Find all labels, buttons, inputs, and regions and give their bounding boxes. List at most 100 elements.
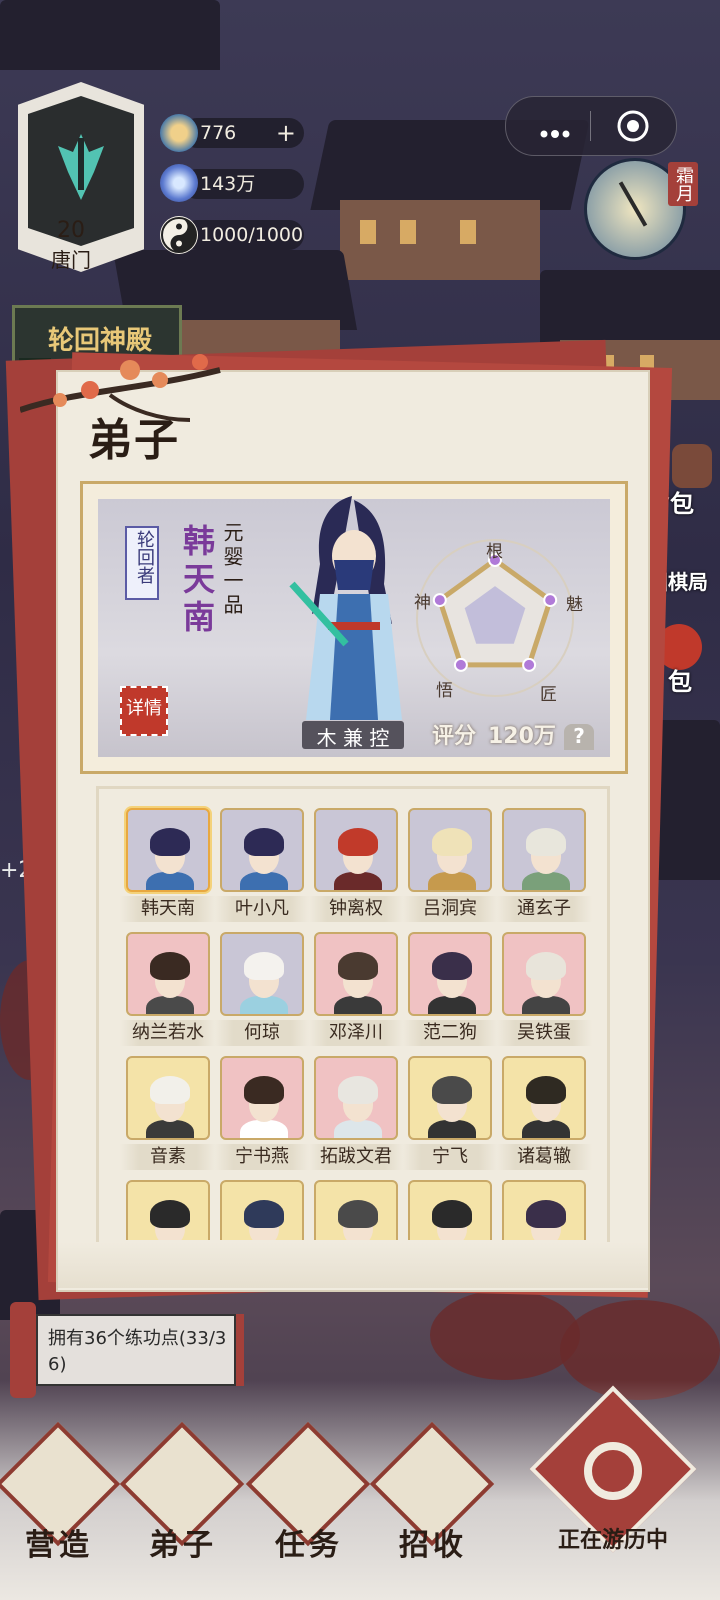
disciple-card[interactable] <box>220 1180 306 1240</box>
radar-star-marker <box>453 657 468 672</box>
help-button[interactable]: ? <box>564 724 594 750</box>
featured-name: 韩天南 <box>178 524 216 638</box>
notice-text: 拥有36个练功点(33/36) <box>48 1328 227 1375</box>
radar-label-craft: 匠 <box>540 685 557 705</box>
disciple-card[interactable] <box>126 1180 212 1240</box>
disciple-card[interactable]: 音素 <box>120 1056 216 1170</box>
disciple-card[interactable]: 吕洞宾 <box>402 808 498 922</box>
yin-yang-icon <box>160 216 198 254</box>
miniprogram-capsule <box>505 96 677 156</box>
more-menu-button[interactable] <box>526 111 582 141</box>
disciple-name: 音素 <box>120 1144 216 1170</box>
disciple-portrait <box>220 808 304 892</box>
disciple-card[interactable] <box>502 1180 588 1240</box>
disciple-card[interactable]: 宁飞 <box>402 1056 498 1170</box>
reincarnator-tag-text: 轮回者 <box>134 530 155 584</box>
currency2-value: 143万 <box>200 173 256 195</box>
disciple-portrait <box>314 932 398 1016</box>
disciple-portrait <box>408 808 492 892</box>
radar-star-marker <box>432 593 447 608</box>
disciple-name: 吕洞宾 <box>402 896 498 922</box>
radar-label-charm: 魅 <box>566 595 583 615</box>
nav-travel[interactable]: 正在游历中 <box>528 1385 698 1592</box>
nav-travel-label: 正在游历中 <box>557 1528 668 1553</box>
disciple-card[interactable]: 范二狗 <box>402 932 498 1046</box>
currency1-bar: 776 + <box>182 118 304 148</box>
disciple-portrait <box>502 1056 586 1140</box>
notice-scroll[interactable]: 拥有36个练功点(33/36) <box>10 1302 244 1398</box>
season-label: 霜月 <box>668 162 698 206</box>
disciple-name: 吴铁蛋 <box>496 1020 592 1046</box>
nav-tasks[interactable]: 任务 <box>245 1421 371 1590</box>
disciple-portrait <box>314 1056 398 1140</box>
disciple-portrait <box>314 1180 398 1240</box>
disciple-portrait <box>502 808 586 892</box>
disciple-card[interactable] <box>408 1180 494 1240</box>
disciple-name: 宁书燕 <box>214 1144 310 1170</box>
close-miniprogram-button[interactable] <box>614 107 652 145</box>
disciple-portrait <box>220 1056 304 1140</box>
target-icon <box>617 110 649 142</box>
disciple-card[interactable]: 吴铁蛋 <box>496 932 592 1046</box>
disciple-card[interactable]: 诸葛辙 <box>496 1056 592 1170</box>
disciple-name: 宁飞 <box>402 1144 498 1170</box>
stamina-value: 1000/1000 <box>200 224 304 246</box>
featured-character-portrait <box>282 494 422 724</box>
more-dots-icon <box>540 123 570 138</box>
panel-title: 弟子 <box>88 415 180 466</box>
disciple-name: 何琼 <box>214 1020 310 1046</box>
reincarnator-tag: 轮回者 <box>125 526 159 600</box>
bag-icon <box>672 444 712 488</box>
disciple-portrait <box>220 1180 304 1240</box>
disciple-portrait <box>408 932 492 1016</box>
disciple-portrait <box>502 932 586 1016</box>
sect-badge[interactable]: 20 唐门 <box>18 82 144 278</box>
disciple-portrait <box>126 932 210 1016</box>
radar-star-marker <box>522 657 537 672</box>
disciple-portrait <box>220 932 304 1016</box>
disciple-name: 拓跋文君 <box>308 1144 404 1170</box>
disciple-name: 韩天南 <box>120 896 216 922</box>
disciple-name: 钟离权 <box>308 896 404 922</box>
disciple-name: 邓泽川 <box>308 1020 404 1046</box>
nav-build-label: 营造 <box>25 1528 93 1563</box>
red-packet-label: 包 <box>668 668 692 696</box>
disciple-card[interactable]: 纳兰若水 <box>120 932 216 1046</box>
sect-level: 20 <box>57 218 85 243</box>
disciple-grid[interactable]: 韩天南 叶小凡 钟离权 吕洞宾 通玄子纳兰若水 何琼 邓泽川 范二狗 吴铁蛋音素 宁书燕 拓跋文君宁… <box>98 790 606 1240</box>
sect-name: 唐门 <box>51 248 91 272</box>
add-currency-button[interactable]: + <box>276 118 296 148</box>
disciple-portrait <box>408 1180 492 1240</box>
disciple-card[interactable]: 通玄子 <box>496 808 592 922</box>
disciple-name: 通玄子 <box>496 896 592 922</box>
radar-label-insight: 悟 <box>436 681 453 701</box>
sword-hand-icon <box>618 181 648 227</box>
nav-disciples[interactable]: 弟子 <box>119 1421 245 1590</box>
radar-label-spirit: 神 <box>414 593 431 613</box>
sect-emblem-icon <box>56 132 106 202</box>
disciple-card[interactable]: 韩天南 <box>120 808 216 922</box>
disciple-card[interactable]: 拓跋文君 <box>308 1056 404 1170</box>
disciple-card[interactable]: 钟离权 <box>308 808 404 922</box>
disciple-card[interactable]: 邓泽川 <box>308 932 404 1046</box>
panel-footer-wave <box>58 1242 648 1288</box>
disciple-portrait <box>408 1056 492 1140</box>
disciple-card[interactable] <box>314 1180 400 1240</box>
nav-build[interactable]: 营造 <box>0 1421 121 1590</box>
score-value: 120万 <box>488 724 556 749</box>
disciple-card[interactable]: 何琼 <box>214 932 310 1046</box>
disciple-portrait <box>314 808 398 892</box>
nav-recruit[interactable]: 招收 <box>369 1421 495 1590</box>
disciple-name: 叶小凡 <box>214 896 310 922</box>
disciple-card[interactable]: 叶小凡 <box>214 808 310 922</box>
nav-recruit-label: 招收 <box>399 1528 467 1563</box>
stamina-bar: 1000/1000 <box>182 220 304 250</box>
detail-stamp-text: 详情 <box>126 698 162 719</box>
attributes-bar: 木 兼 控 <box>302 721 404 750</box>
disciple-name: 诸葛辙 <box>496 1144 592 1170</box>
disciple-card[interactable]: 宁书燕 <box>214 1056 310 1170</box>
disciple-portrait <box>126 808 210 892</box>
detail-stamp-button[interactable]: 详情 <box>120 686 168 736</box>
currency2-bar: 143万 <box>182 169 304 199</box>
disciple-name: 范二狗 <box>402 1020 498 1046</box>
